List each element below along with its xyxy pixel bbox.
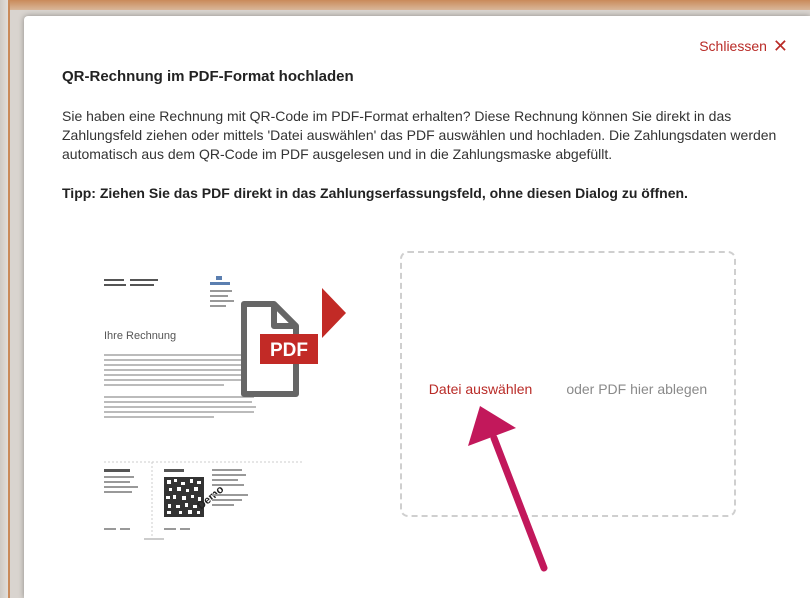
invoice-preview-illustration: Ihre Rechnung Demo PDF (104, 276, 318, 542)
dialog-title: QR-Rechnung im PDF-Format hochladen (62, 68, 354, 85)
select-file-link[interactable]: Datei auswählen (429, 381, 533, 397)
qr-code (164, 477, 204, 517)
dropzone-hint: oder PDF hier ablegen (566, 381, 708, 397)
qr-payment-slip: Demo (104, 461, 304, 542)
invoice-header-lines (104, 279, 158, 286)
pdf-file-icon: PDF (241, 301, 318, 397)
drag-direction-arrow-icon (322, 288, 346, 338)
close-button[interactable]: Schliessen ✕ (699, 36, 788, 56)
pdf-badge-label: PDF (270, 340, 308, 361)
invoice-body-text (104, 354, 256, 418)
background-window-left (0, 0, 10, 598)
dialog-description: Sie haben eine Rechnung mit QR-Code im P… (62, 108, 777, 162)
dialog-tip: Tipp: Ziehen Sie das PDF direkt in das Z… (62, 185, 688, 201)
pdf-dropzone[interactable]: Datei auswählen oder PDF hier ablegen (400, 251, 736, 517)
invoice-heading: Ihre Rechnung (104, 330, 176, 342)
close-label: Schliessen (699, 38, 767, 54)
upload-dialog: Schliessen ✕ QR-Rechnung im PDF-Format h… (24, 16, 810, 598)
close-icon: ✕ (772, 36, 788, 56)
sender-logo-block (210, 276, 234, 307)
background-window-top (0, 0, 810, 10)
